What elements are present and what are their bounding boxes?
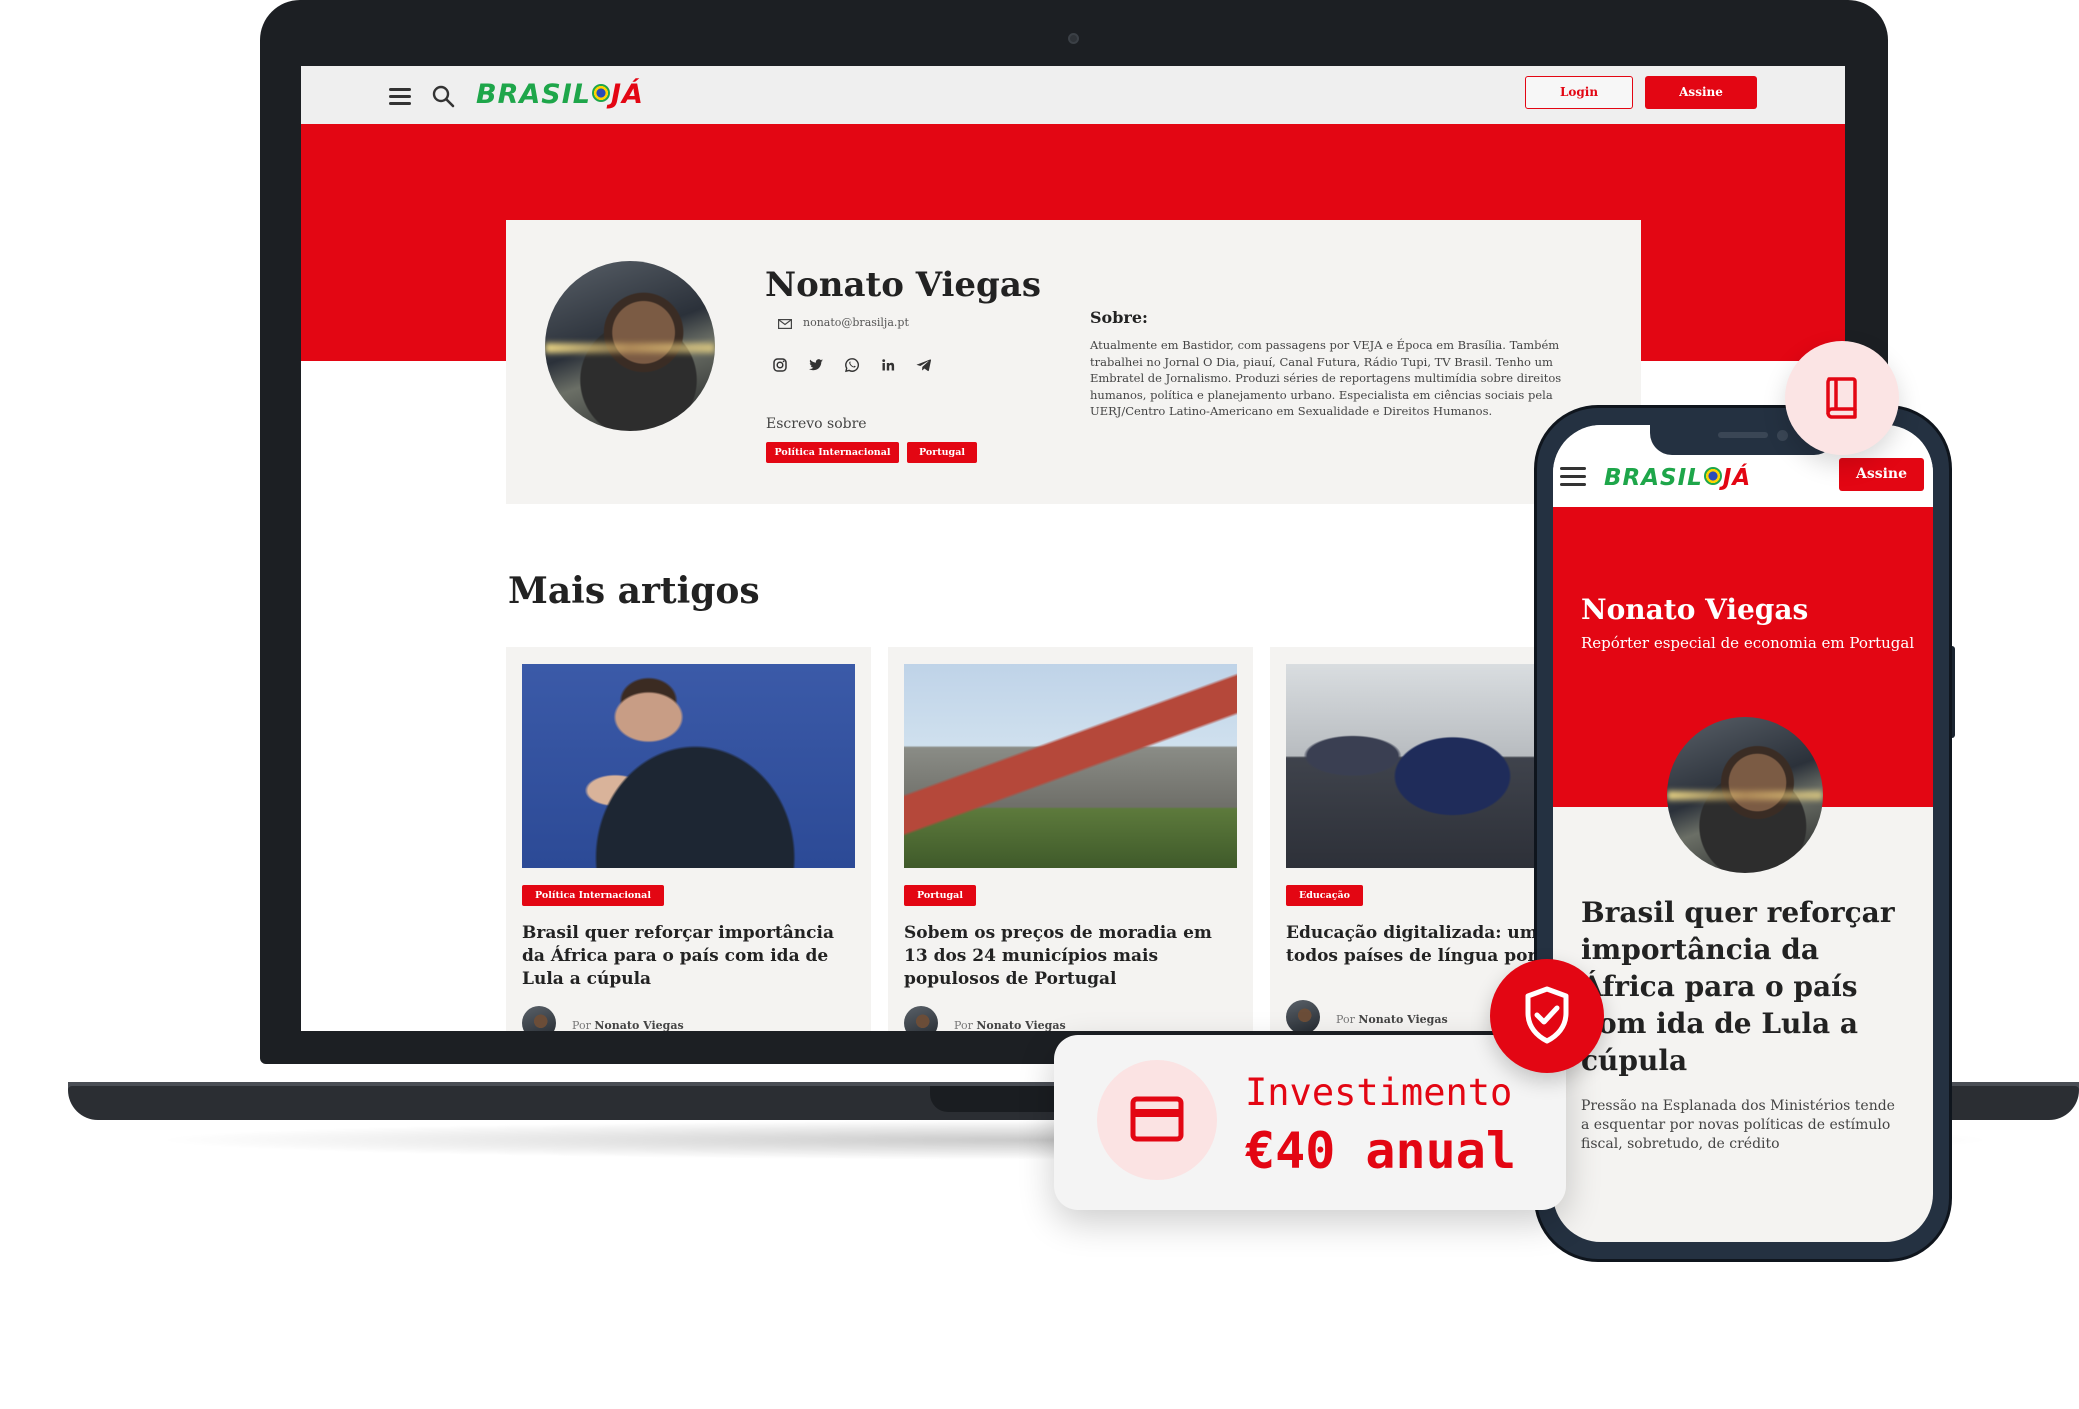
card-icon-bubble xyxy=(1097,1060,1217,1180)
whatsapp-icon[interactable] xyxy=(844,357,860,373)
byline-prefix: Por xyxy=(572,1019,591,1031)
hamburger-menu-icon[interactable] xyxy=(1560,467,1586,487)
article-card[interactable]: Política Internacional Brasil quer refor… xyxy=(506,647,871,1031)
credit-card-icon xyxy=(1130,1096,1184,1142)
laptop-camera xyxy=(1068,33,1079,44)
byline-prefix: Por xyxy=(954,1019,973,1031)
mais-artigos-heading: Mais artigos xyxy=(508,570,760,612)
login-button[interactable]: Login xyxy=(1525,76,1633,109)
brand-logo[interactable]: BRASIL JÁ xyxy=(1604,465,1751,491)
twitter-icon[interactable] xyxy=(808,357,824,373)
brand-logo[interactable]: BRASIL JÁ xyxy=(476,79,644,110)
social-links xyxy=(772,357,932,375)
sobre-text: Atualmente em Bastidor, com passagens po… xyxy=(1090,338,1562,418)
logo-text-green: BRASIL xyxy=(1604,465,1703,491)
phone-camera xyxy=(1777,430,1788,441)
search-icon[interactable] xyxy=(431,84,455,108)
topic-tag-portugal[interactable]: Portugal xyxy=(907,442,977,463)
author-profile-card: Nonato Viegas nonato@brasilja.pt Escrevo… xyxy=(506,220,1641,504)
phone-speaker xyxy=(1718,432,1768,438)
byline-author[interactable]: Nonato Viegas xyxy=(976,1019,1065,1031)
author-avatar xyxy=(1667,717,1823,873)
byline-author[interactable]: Nonato Viegas xyxy=(1358,1013,1447,1026)
article-byline: Por Nonato Viegas xyxy=(954,1019,1066,1031)
byline-author[interactable]: Nonato Viegas xyxy=(594,1019,683,1031)
topic-tag-politica[interactable]: Política Internacional xyxy=(766,442,899,463)
investment-price: €40 anual xyxy=(1245,1122,1516,1180)
byline-prefix: Por xyxy=(1336,1013,1355,1026)
linkedin-icon[interactable] xyxy=(880,357,896,373)
assine-button[interactable]: Assine xyxy=(1645,76,1757,109)
author-mini-avatar xyxy=(522,1006,556,1031)
assine-button[interactable]: Assine xyxy=(1839,458,1924,491)
sobre-heading: Sobre: xyxy=(1090,308,1148,327)
article-image[interactable] xyxy=(522,664,855,868)
mail-icon xyxy=(778,319,792,329)
article-description: Pressão na Esplanada dos Ministérios ten… xyxy=(1581,1098,1895,1152)
author-role: Repórter especial de economia em Portuga… xyxy=(1581,634,1915,652)
author-name: Nonato Viegas xyxy=(1581,593,1809,626)
book-badge xyxy=(1785,341,1899,455)
logo-text-red: JÁ xyxy=(1722,465,1752,491)
author-email[interactable]: nonato@brasilja.pt xyxy=(803,316,909,329)
investment-card: Investimento €40 anual xyxy=(1054,1035,1566,1210)
logo-text-red: JÁ xyxy=(610,79,644,110)
article-tag[interactable]: Portugal xyxy=(904,885,976,906)
telegram-icon[interactable] xyxy=(916,357,932,373)
hamburger-menu-icon[interactable] xyxy=(389,88,411,105)
article-byline: Por Nonato Viegas xyxy=(572,1019,684,1031)
article-title[interactable]: Brasil quer reforçar importância da Áfri… xyxy=(522,922,857,991)
instagram-icon[interactable] xyxy=(772,357,788,373)
logo-text-green: BRASIL xyxy=(476,79,591,110)
security-badge xyxy=(1490,959,1604,1073)
article-title[interactable]: Brasil quer reforçar importância da Áfri… xyxy=(1581,894,1901,1079)
escrevo-sobre-label: Escrevo sobre xyxy=(766,416,867,432)
article-tag[interactable]: Política Internacional xyxy=(522,885,664,906)
article-tag[interactable]: Educação xyxy=(1286,885,1364,906)
phone-screen: BRASIL JÁ Assine Nonato Viegas Repórter e… xyxy=(1553,425,1933,1242)
article-byline: Por Nonato Viegas xyxy=(1336,1013,1448,1026)
book-icon xyxy=(1826,377,1857,419)
site-header: BRASIL JÁ Login Assine xyxy=(301,66,1845,124)
investment-label: Investimento xyxy=(1245,1071,1513,1114)
globe-icon xyxy=(1703,466,1722,485)
author-mini-avatar xyxy=(1286,1000,1320,1031)
author-avatar xyxy=(545,261,715,431)
article-image[interactable] xyxy=(904,664,1237,868)
shield-check-icon xyxy=(1525,986,1569,1044)
article-title[interactable]: Sobem os preços de moradia em 13 dos 24 … xyxy=(904,922,1239,991)
article-card[interactable]: Portugal Sobem os preços de moradia em 1… xyxy=(888,647,1253,1031)
globe-icon xyxy=(591,83,610,102)
author-mini-avatar xyxy=(904,1006,938,1031)
author-name: Nonato Viegas xyxy=(765,265,1042,305)
